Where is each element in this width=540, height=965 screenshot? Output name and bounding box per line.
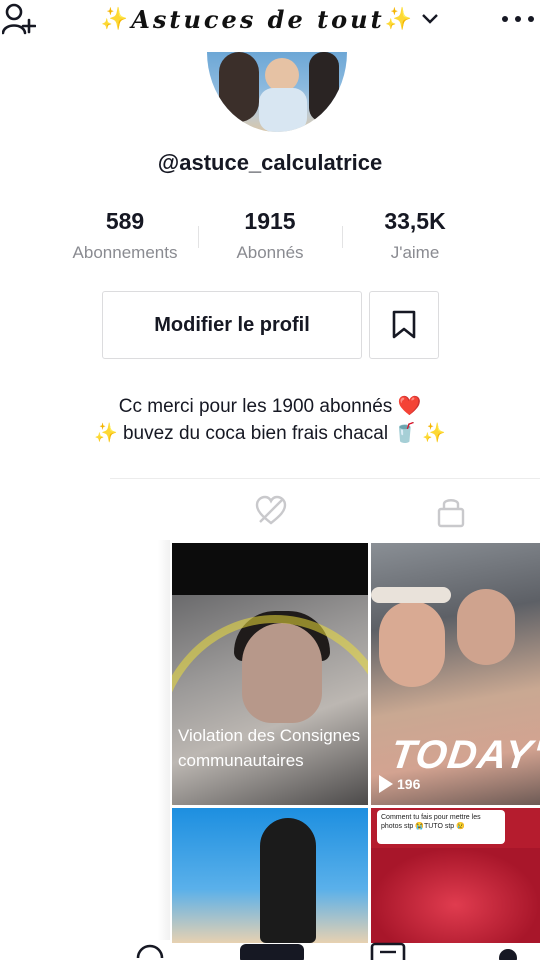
edit-profile-button[interactable]: Modifier le profil	[102, 291, 362, 359]
account-switcher[interactable]: ✨ Astuces de tout ✨	[80, 2, 460, 36]
stat-label: J'aime	[390, 243, 440, 262]
stat-value: 589	[105, 208, 145, 234]
video-caption: TODAY'S	[387, 733, 540, 777]
tabs-divider	[110, 478, 540, 479]
avatar[interactable]	[207, 52, 347, 132]
video-thumbnail[interactable]: Violation des Consignes communautaires	[172, 543, 368, 805]
sparkle-icon: ✨	[384, 6, 416, 32]
view-count-value: 196	[397, 776, 421, 792]
bio-line: ✨ buvez du coca bien frais chacal 🥤 ✨	[94, 423, 446, 444]
bio: Cc merci pour les 1900 abonnés ❤️ ✨ buve…	[0, 393, 540, 447]
sparkle-icon: ✨	[100, 6, 132, 32]
bookmark-button[interactable]	[369, 291, 439, 359]
stat-value: 33,5K	[384, 208, 446, 234]
stat-likes[interactable]: 33,5K J'aime	[345, 208, 485, 263]
stat-following[interactable]: 589 Abonnements	[55, 208, 195, 263]
comment-bubble: Comment tu fais pour mettre les photos s…	[377, 810, 505, 844]
video-grid: Violation des Consignes communautaires T…	[160, 543, 540, 943]
stat-value: 1915	[244, 208, 296, 234]
bookmark-icon	[392, 310, 416, 339]
top-bar: ✨ Astuces de tout ✨	[0, 0, 540, 44]
chevron-down-icon[interactable]	[421, 9, 439, 30]
divider	[342, 226, 343, 248]
divider	[198, 226, 199, 248]
username: @astuce_calculatrice	[157, 150, 383, 175]
stat-label: Abonnés	[236, 243, 304, 262]
video-thumbnail[interactable]	[172, 808, 368, 943]
violation-label: Violation des Consignes communautaires	[178, 726, 361, 770]
page-title: Astuces de tout	[131, 4, 385, 34]
play-icon	[379, 775, 393, 793]
more-icon[interactable]	[502, 6, 534, 32]
bottom-nav	[0, 936, 540, 965]
add-user-icon[interactable]	[1, 2, 37, 36]
stat-label: Abonnements	[72, 243, 178, 262]
stat-followers[interactable]: 1915 Abonnés	[200, 208, 340, 263]
video-thumbnail[interactable]: TODAY'S 196	[371, 543, 540, 805]
bio-line: Cc merci pour les 1900 abonnés ❤️	[118, 396, 422, 417]
view-count: 196	[379, 775, 420, 793]
video-thumbnail[interactable]: Comment tu fais pour mettre les photos s…	[371, 808, 540, 943]
lock-icon[interactable]	[434, 494, 468, 528]
hidden-heart-icon[interactable]	[254, 494, 288, 528]
